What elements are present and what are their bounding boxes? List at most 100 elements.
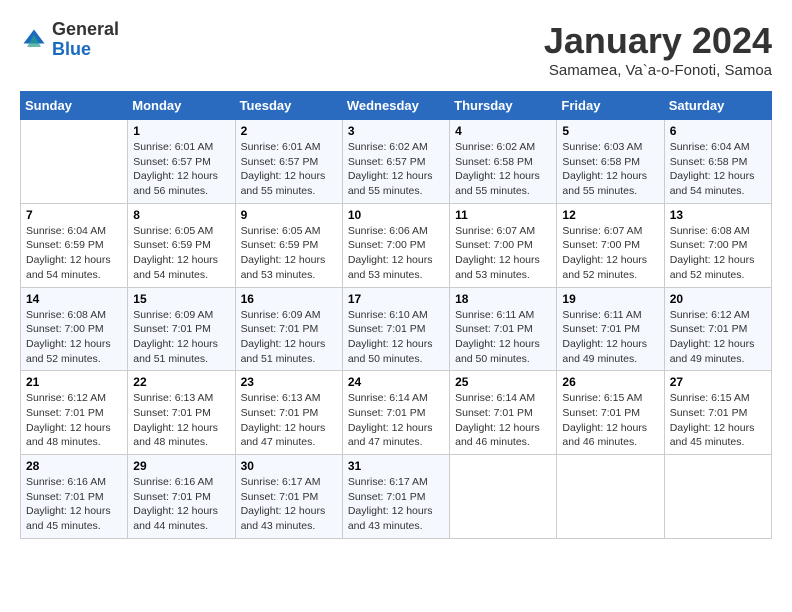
day-number: 25 — [455, 375, 551, 389]
day-info: Sunrise: 6:08 AM Sunset: 7:00 PM Dayligh… — [670, 224, 766, 283]
calendar-title: January 2024 — [544, 20, 772, 62]
week-row-3: 14 Sunrise: 6:08 AM Sunset: 7:00 PM Dayli… — [21, 287, 772, 371]
day-number: 15 — [133, 292, 229, 306]
weekday-header-friday: Friday — [557, 92, 664, 120]
weekday-header-sunday: Sunday — [21, 92, 128, 120]
day-number: 3 — [348, 124, 444, 138]
weekday-header-thursday: Thursday — [450, 92, 557, 120]
calendar-cell: 15Sunrise: 6:09 AM Sunset: 7:01 PM Dayli… — [128, 287, 235, 371]
day-info: Sunrise: 6:17 AM Sunset: 7:01 PM Dayligh… — [241, 475, 337, 534]
week-row-2: 7 Sunrise: 6:04 AM Sunset: 6:59 PM Daylig… — [21, 203, 772, 287]
calendar-cell: 17 Sunrise: 6:10 AM Sunset: 7:01 PM Dayli… — [342, 287, 449, 371]
calendar-cell: 28 Sunrise: 6:16 AM Sunset: 7:01 PM Dayli… — [21, 455, 128, 539]
day-info: Sunrise: 6:09 AM Sunset: 7:01 PM Dayligh… — [241, 308, 337, 367]
day-number: 2 — [241, 124, 337, 138]
day-info: Sunrise: 6:16 AM Sunset: 7:01 PM Dayligh… — [133, 475, 229, 534]
day-info: Sunrise: 6:05 AM Sunset: 6:59 PM Dayligh… — [133, 224, 229, 283]
calendar-cell: 23 Sunrise: 6:13 AM Sunset: 7:01 PM Dayli… — [235, 371, 342, 455]
calendar-cell: 1 Sunrise: 6:01 AM Sunset: 6:57 PM Daylig… — [128, 120, 235, 204]
day-number: 24 — [348, 375, 444, 389]
day-info: Sunrise: 6:12 AM Sunset: 7:01 PM Dayligh… — [26, 391, 122, 450]
day-number: 17 — [348, 292, 444, 306]
day-info: Sunrise: 6:13 AM Sunset: 7:01 PM Dayligh… — [133, 391, 229, 450]
day-info: Sunrise: 6:08 AM Sunset: 7:00 PM Dayligh… — [26, 308, 122, 367]
day-info: Sunrise: 6:02 AM Sunset: 6:58 PM Dayligh… — [455, 140, 551, 199]
header: General Blue January 2024 Samamea, Va`a-… — [20, 20, 772, 79]
calendar-table: SundayMondayTuesdayWednesdayThursdayFrid… — [20, 91, 772, 539]
day-number: 1 — [133, 124, 229, 138]
calendar-cell: 12Sunrise: 6:07 AM Sunset: 7:00 PM Dayli… — [557, 203, 664, 287]
day-number: 12 — [562, 208, 658, 222]
calendar-cell: 27 Sunrise: 6:15 AM Sunset: 7:01 PM Dayli… — [664, 371, 771, 455]
calendar-cell: 24 Sunrise: 6:14 AM Sunset: 7:01 PM Dayli… — [342, 371, 449, 455]
calendar-cell — [664, 455, 771, 539]
calendar-subtitle: Samamea, Va`a-o-Fonoti, Samoa — [544, 62, 772, 79]
day-number: 13 — [670, 208, 766, 222]
calendar-cell: 26Sunrise: 6:15 AM Sunset: 7:01 PM Dayli… — [557, 371, 664, 455]
day-info: Sunrise: 6:03 AM Sunset: 6:58 PM Dayligh… — [562, 140, 658, 199]
day-info: Sunrise: 6:05 AM Sunset: 6:59 PM Dayligh… — [241, 224, 337, 283]
day-number: 20 — [670, 292, 766, 306]
calendar-cell: 3 Sunrise: 6:02 AM Sunset: 6:57 PM Daylig… — [342, 120, 449, 204]
calendar-cell: 16Sunrise: 6:09 AM Sunset: 7:01 PM Dayli… — [235, 287, 342, 371]
calendar-cell: 10Sunrise: 6:06 AM Sunset: 7:00 PM Dayli… — [342, 203, 449, 287]
calendar-cell: 31Sunrise: 6:17 AM Sunset: 7:01 PM Dayli… — [342, 455, 449, 539]
weekday-header-saturday: Saturday — [664, 92, 771, 120]
day-info: Sunrise: 6:15 AM Sunset: 7:01 PM Dayligh… — [670, 391, 766, 450]
day-number: 21 — [26, 375, 122, 389]
day-info: Sunrise: 6:14 AM Sunset: 7:01 PM Dayligh… — [348, 391, 444, 450]
day-number: 6 — [670, 124, 766, 138]
calendar-cell: 7 Sunrise: 6:04 AM Sunset: 6:59 PM Daylig… — [21, 203, 128, 287]
day-info: Sunrise: 6:13 AM Sunset: 7:01 PM Dayligh… — [241, 391, 337, 450]
day-info: Sunrise: 6:16 AM Sunset: 7:01 PM Dayligh… — [26, 475, 122, 534]
day-number: 28 — [26, 459, 122, 473]
logo-blue-text: Blue — [52, 39, 91, 59]
calendar-cell: 22Sunrise: 6:13 AM Sunset: 7:01 PM Dayli… — [128, 371, 235, 455]
calendar-cell: 13 Sunrise: 6:08 AM Sunset: 7:00 PM Dayli… — [664, 203, 771, 287]
day-info: Sunrise: 6:01 AM Sunset: 6:57 PM Dayligh… — [241, 140, 337, 199]
weekday-header-wednesday: Wednesday — [342, 92, 449, 120]
calendar-cell: 14 Sunrise: 6:08 AM Sunset: 7:00 PM Dayli… — [21, 287, 128, 371]
day-info: Sunrise: 6:12 AM Sunset: 7:01 PM Dayligh… — [670, 308, 766, 367]
day-info: Sunrise: 6:07 AM Sunset: 7:00 PM Dayligh… — [455, 224, 551, 283]
logo: General Blue — [20, 20, 119, 60]
day-number: 19 — [562, 292, 658, 306]
day-number: 7 — [26, 208, 122, 222]
day-info: Sunrise: 6:11 AM Sunset: 7:01 PM Dayligh… — [562, 308, 658, 367]
day-number: 5 — [562, 124, 658, 138]
day-number: 9 — [241, 208, 337, 222]
day-info: Sunrise: 6:01 AM Sunset: 6:57 PM Dayligh… — [133, 140, 229, 199]
calendar-cell: 2 Sunrise: 6:01 AM Sunset: 6:57 PM Daylig… — [235, 120, 342, 204]
day-number: 29 — [133, 459, 229, 473]
calendar-cell: 29 Sunrise: 6:16 AM Sunset: 7:01 PM Dayli… — [128, 455, 235, 539]
day-info: Sunrise: 6:11 AM Sunset: 7:01 PM Dayligh… — [455, 308, 551, 367]
day-number: 14 — [26, 292, 122, 306]
day-number: 23 — [241, 375, 337, 389]
day-info: Sunrise: 6:06 AM Sunset: 7:00 PM Dayligh… — [348, 224, 444, 283]
calendar-cell: 18Sunrise: 6:11 AM Sunset: 7:01 PM Dayli… — [450, 287, 557, 371]
calendar-cell: 8 Sunrise: 6:05 AM Sunset: 6:59 PM Daylig… — [128, 203, 235, 287]
calendar-cell: 19 Sunrise: 6:11 AM Sunset: 7:01 PM Dayli… — [557, 287, 664, 371]
day-number: 8 — [133, 208, 229, 222]
calendar-cell: 5 Sunrise: 6:03 AM Sunset: 6:58 PM Daylig… — [557, 120, 664, 204]
weekday-header-tuesday: Tuesday — [235, 92, 342, 120]
day-number: 11 — [455, 208, 551, 222]
calendar-cell — [557, 455, 664, 539]
day-info: Sunrise: 6:14 AM Sunset: 7:01 PM Dayligh… — [455, 391, 551, 450]
week-row-1: 1 Sunrise: 6:01 AM Sunset: 6:57 PM Daylig… — [21, 120, 772, 204]
day-info: Sunrise: 6:04 AM Sunset: 6:59 PM Dayligh… — [26, 224, 122, 283]
week-row-5: 28 Sunrise: 6:16 AM Sunset: 7:01 PM Dayli… — [21, 455, 772, 539]
weekday-header-row: SundayMondayTuesdayWednesdayThursdayFrid… — [21, 92, 772, 120]
day-number: 27 — [670, 375, 766, 389]
calendar-cell: 9 Sunrise: 6:05 AM Sunset: 6:59 PM Daylig… — [235, 203, 342, 287]
calendar-cell: 25 Sunrise: 6:14 AM Sunset: 7:01 PM Dayli… — [450, 371, 557, 455]
day-info: Sunrise: 6:10 AM Sunset: 7:01 PM Dayligh… — [348, 308, 444, 367]
day-info: Sunrise: 6:02 AM Sunset: 6:57 PM Dayligh… — [348, 140, 444, 199]
calendar-cell — [21, 120, 128, 204]
logo-general-text: General — [52, 19, 119, 39]
calendar-cell: 21 Sunrise: 6:12 AM Sunset: 7:01 PM Dayli… — [21, 371, 128, 455]
calendar-cell: 30Sunrise: 6:17 AM Sunset: 7:01 PM Dayli… — [235, 455, 342, 539]
calendar-cell: 4 Sunrise: 6:02 AM Sunset: 6:58 PM Daylig… — [450, 120, 557, 204]
logo-icon — [20, 26, 48, 54]
day-number: 4 — [455, 124, 551, 138]
